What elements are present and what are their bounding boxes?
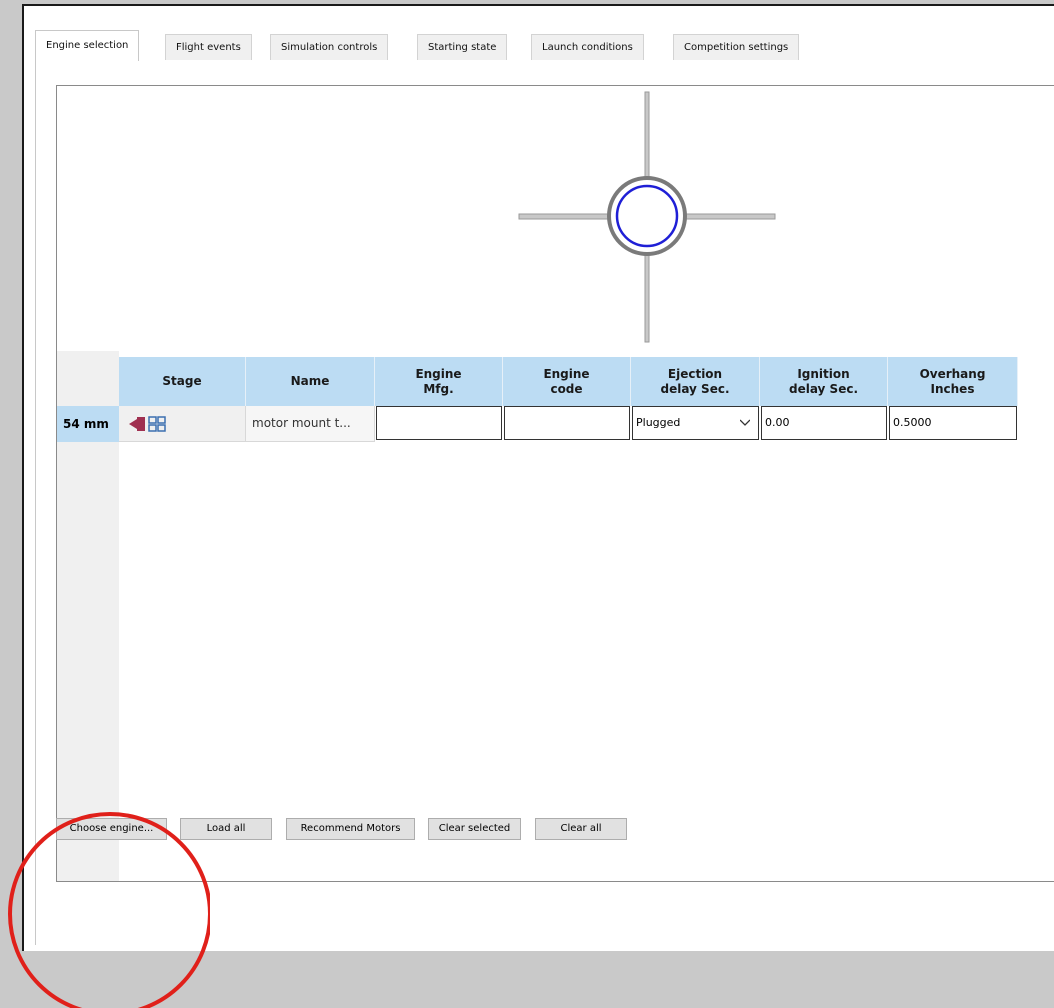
header-engine-mfg: Engine Mfg. (375, 357, 503, 406)
tab-flight-events[interactable]: Flight events (165, 34, 252, 60)
cell-stage[interactable] (119, 406, 246, 442)
recommend-motors-button[interactable]: Recommend Motors (286, 818, 415, 840)
motor-mount-viewer (56, 85, 1054, 353)
cell-name: motor mount t... (246, 406, 375, 442)
engine-code-field[interactable] (504, 406, 630, 440)
tab-engine-selection[interactable]: Engine selection (35, 30, 140, 61)
overhang-field[interactable]: 0.5000 (889, 406, 1017, 440)
header-ignition-delay: Ignition delay Sec. (760, 357, 888, 406)
engine-grid: Stage Name Engine Mfg. Engine code Eject… (56, 351, 1054, 882)
header-name: Name (246, 357, 375, 406)
engine-mfg-field[interactable] (376, 406, 502, 440)
tab-competition-settings[interactable]: Competition settings (673, 34, 800, 60)
chevron-down-icon (740, 419, 750, 426)
tab-simulation-controls[interactable]: Simulation controls (270, 34, 389, 60)
row-label-mount-size[interactable]: 54 mm (57, 406, 119, 442)
ignition-delay-field[interactable]: 0.00 (761, 406, 887, 440)
ejection-delay-value: Plugged (636, 416, 681, 429)
header-engine-code: Engine code (503, 357, 631, 406)
clear-selected-button[interactable]: Clear selected (428, 818, 521, 840)
load-all-button[interactable]: Load all (180, 818, 272, 840)
choose-engine-button[interactable]: Choose engine... (56, 818, 167, 840)
header-ejection-delay: Ejection delay Sec. (631, 357, 760, 406)
tab-launch-conditions[interactable]: Launch conditions (531, 34, 644, 60)
ejection-delay-select[interactable]: Plugged (632, 406, 759, 440)
header-stage: Stage (119, 357, 246, 406)
mount-crosshair-graphic (518, 91, 776, 343)
tab-starting-state[interactable]: Starting state (417, 34, 508, 60)
stage-rocket-icon (129, 416, 166, 432)
header-overhang: Overhang Inches (888, 357, 1018, 406)
grid-corner (57, 351, 119, 406)
clear-all-button[interactable]: Clear all (535, 818, 627, 840)
